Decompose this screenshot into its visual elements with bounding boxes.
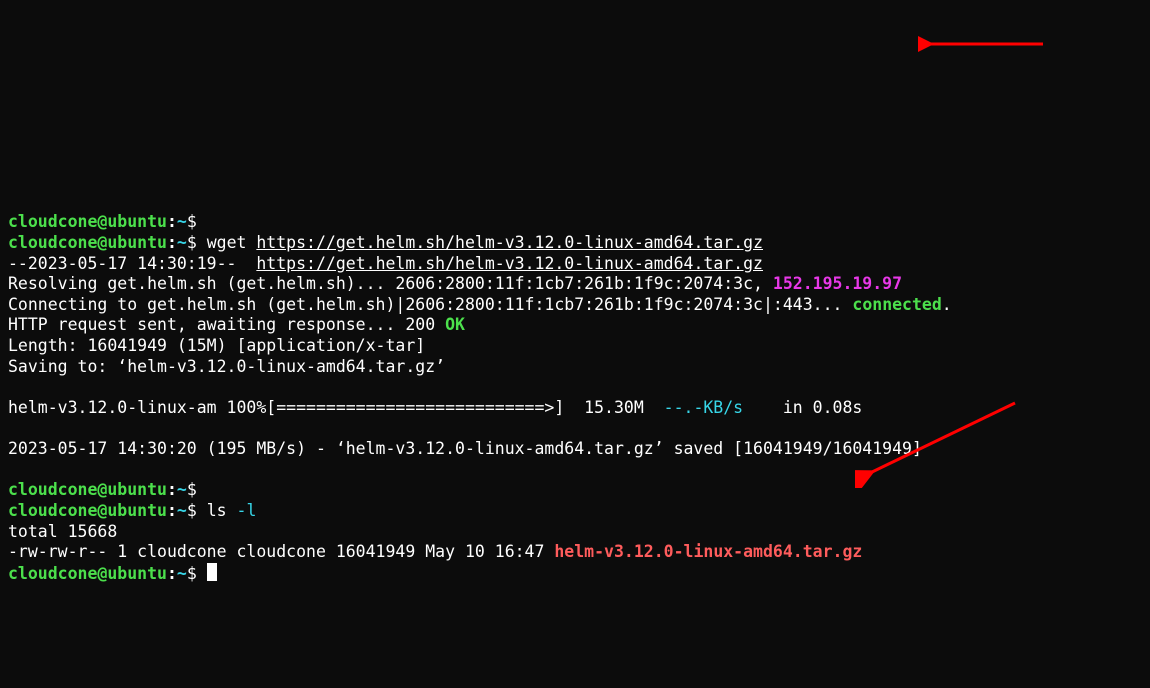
prompt-user: cloudcone@ubuntu (8, 212, 167, 231)
progress-bar: helm-v3.12.0-linux-am 100%[=============… (8, 398, 664, 417)
prompt-path: ~ (177, 212, 187, 231)
wget-url: https://get.helm.sh/helm-v3.12.0-linux-a… (256, 233, 763, 252)
arrow-top (918, 34, 1048, 54)
resolved-ip: 152.195.19.97 (773, 274, 902, 293)
http-ok: OK (445, 315, 465, 334)
ls-cmd: ls (207, 501, 237, 520)
connected-status: connected (852, 295, 941, 314)
saved-line: 2023-05-17 14:30:20 (195 MB/s) - ‘helm-v… (8, 439, 922, 458)
terminal-output[interactable]: cloudcone@ubuntu:~$ cloudcone@ubuntu:~$ … (8, 212, 1142, 584)
wget-cmd: wget (207, 233, 257, 252)
ls-filename: helm-v3.12.0-linux-amd64.tar.gz (554, 542, 862, 561)
cursor (207, 563, 217, 581)
